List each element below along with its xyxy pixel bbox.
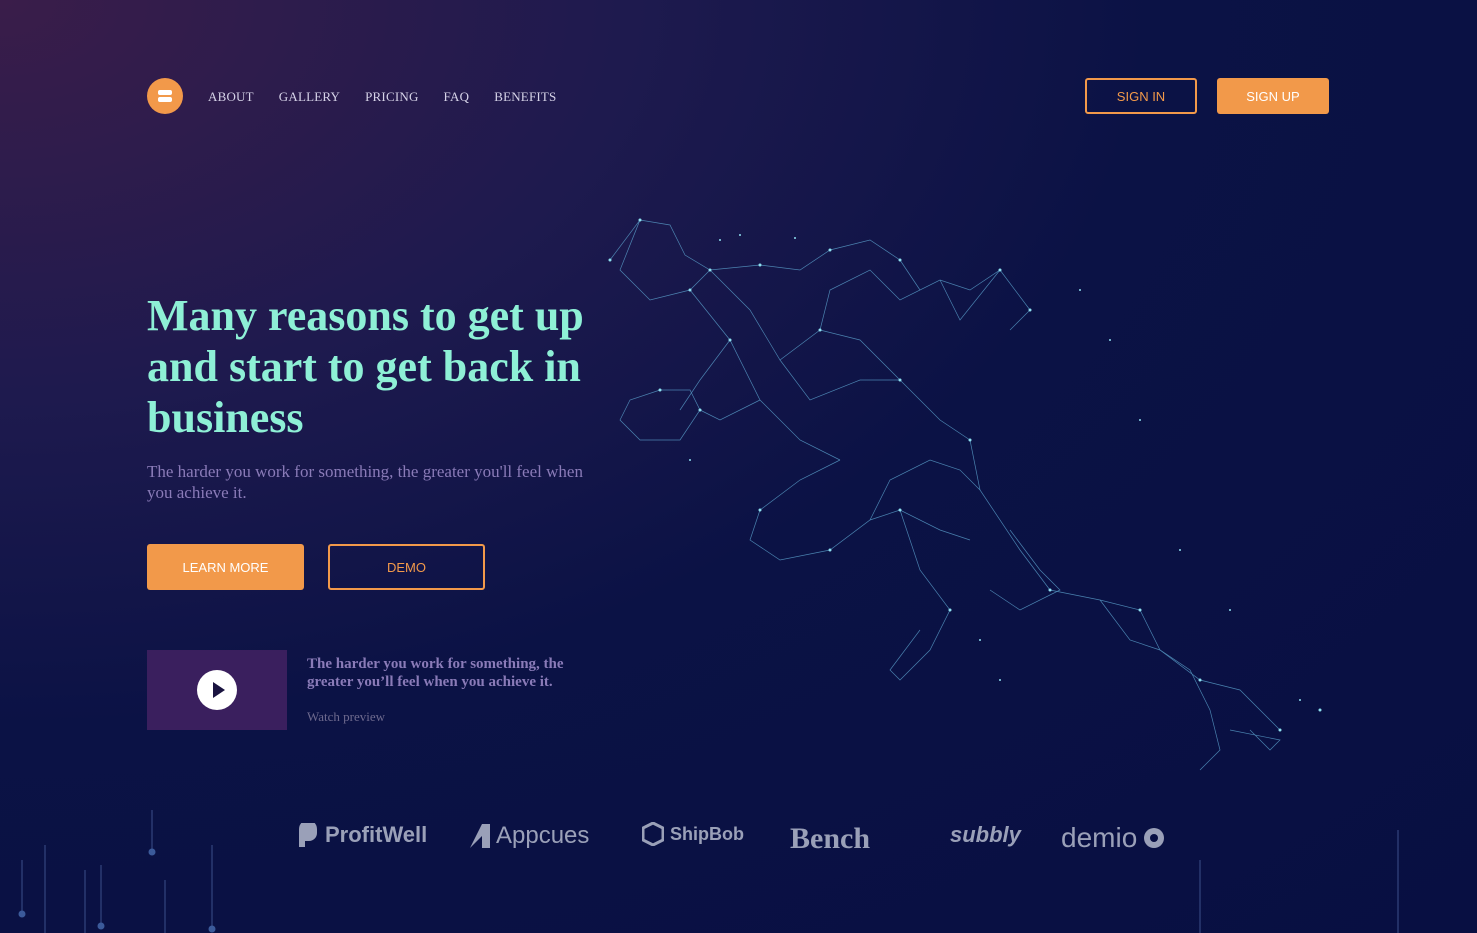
video-description: The harder you work for something, the g… <box>307 656 564 690</box>
appcues-logo-icon <box>470 824 490 848</box>
brand-bench: Bench <box>790 822 871 855</box>
sign-in-button[interactable]: SIGN IN <box>1085 78 1197 114</box>
demio-logo-icon <box>1144 828 1165 848</box>
profitwell-logo-icon <box>299 823 317 847</box>
hero-subtitle: The harder you work for something, the g… <box>147 462 583 502</box>
demo-button[interactable]: DEMO <box>328 544 485 590</box>
video-thumbnail[interactable] <box>147 650 287 730</box>
brand-subbly: subbly <box>950 822 1021 847</box>
watch-preview-link[interactable]: Watch preview <box>307 709 385 725</box>
nav-gallery[interactable]: GALLERY <box>279 89 340 105</box>
learn-more-button[interactable]: LEARN MORE <box>147 544 304 590</box>
nav-faq[interactable]: FAQ <box>444 89 470 105</box>
sign-up-button[interactable]: SIGN UP <box>1217 78 1329 114</box>
logo-icon[interactable] <box>147 78 183 114</box>
brand-profitwell: ProfitWell <box>297 822 427 848</box>
nav-about[interactable]: ABOUT <box>208 89 254 105</box>
decorative-lines <box>18 810 1399 933</box>
nav-benefits[interactable]: BENEFITS <box>494 89 556 105</box>
hero-title: Many reasons to get up and start to get … <box>147 291 584 442</box>
brand-shipbob: ShipBob <box>642 822 744 846</box>
main-nav: ABOUT GALLERY PRICING FAQ BENEFITS <box>208 89 581 105</box>
brand-demio: demio <box>1061 822 1165 854</box>
shipbob-logo-icon <box>642 822 664 846</box>
nav-pricing[interactable]: PRICING <box>365 89 418 105</box>
play-icon[interactable] <box>197 670 237 710</box>
brand-appcues: Appcues <box>470 822 589 850</box>
runner-illustration <box>608 218 1322 771</box>
